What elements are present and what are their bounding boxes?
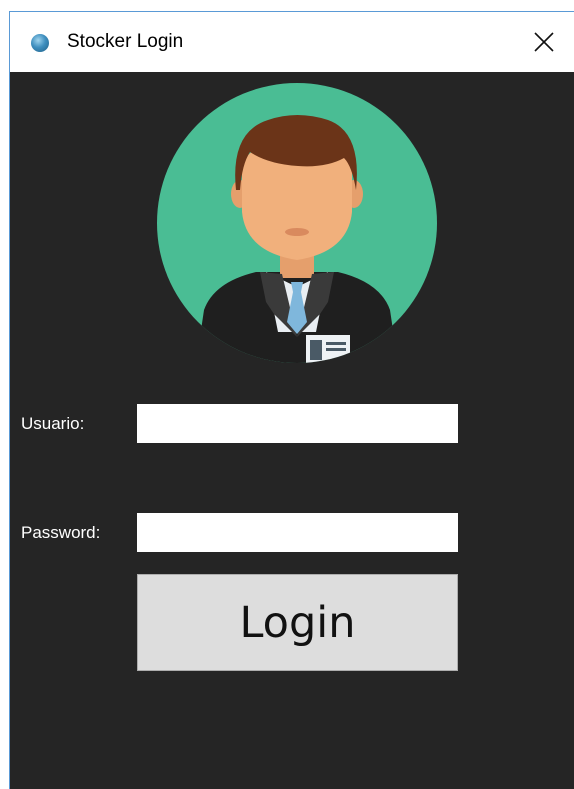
businessman-avatar-icon [157, 83, 437, 363]
title-bar[interactable]: Stocker Login [10, 12, 574, 72]
password-label: Password: [21, 523, 101, 542]
window-title: Stocker Login [67, 31, 184, 52]
login-window: Stocker Login Usuario: Password: Login [9, 11, 574, 789]
password-input[interactable] [137, 513, 458, 552]
close-icon [534, 32, 554, 52]
close-button[interactable] [514, 12, 574, 72]
globe-icon [31, 34, 49, 52]
usuario-label: Usuario: [21, 414, 85, 433]
client-area: Usuario: Password: Login [10, 72, 574, 789]
usuario-input[interactable] [137, 404, 458, 443]
login-button[interactable]: Login [137, 574, 458, 671]
